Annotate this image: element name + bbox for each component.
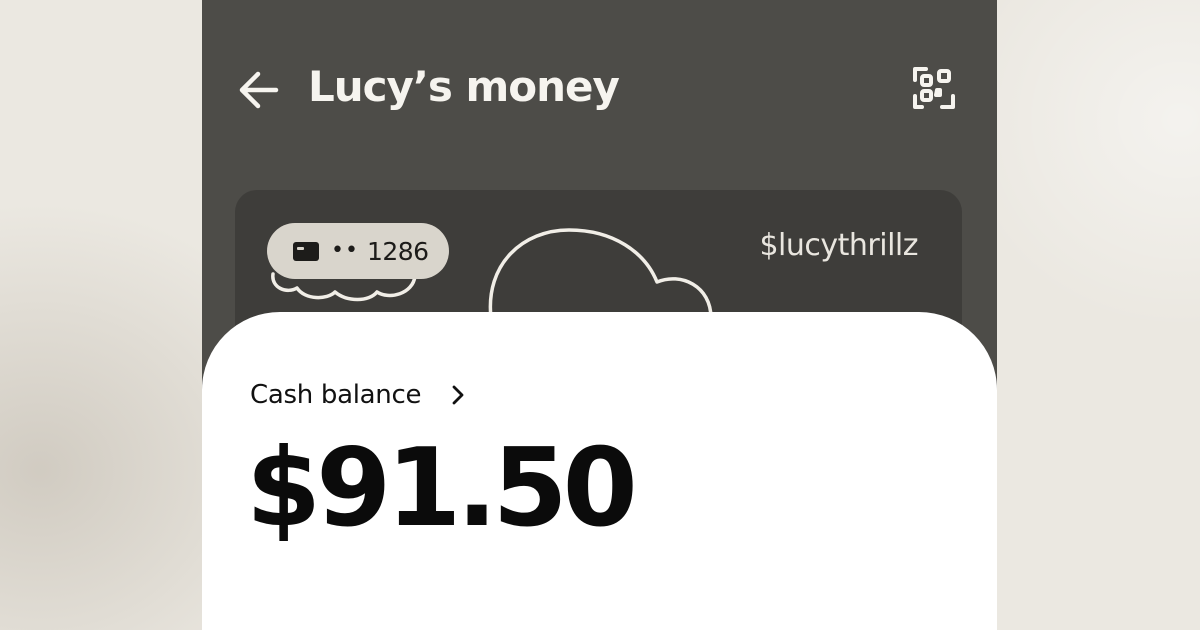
chevron-right-icon <box>452 385 464 405</box>
back-button[interactable] <box>234 66 282 114</box>
qr-scan-icon <box>913 67 955 109</box>
app-header: Lucy’s money <box>202 0 997 180</box>
masked-card-dots: •• <box>331 238 359 263</box>
card-number-chip[interactable]: •• 1286 <box>267 223 449 279</box>
card-last4: 1286 <box>366 236 429 266</box>
cash-balance-link[interactable]: Cash balance <box>250 380 469 410</box>
cashtag: $lucythrillz <box>759 228 918 263</box>
cash-balance-amount: $91.50 <box>246 426 638 551</box>
cash-balance-label: Cash balance <box>250 380 422 410</box>
qr-scan-button[interactable] <box>910 64 958 112</box>
page-title: Lucy’s money <box>308 62 620 111</box>
card-icon <box>293 241 319 261</box>
phone-screen: Lucy’s money •• 1286 $lucythrillz Cash b… <box>202 0 997 630</box>
balance-sheet: Cash balance $91.50 <box>202 312 997 630</box>
arrow-left-icon <box>239 71 279 109</box>
